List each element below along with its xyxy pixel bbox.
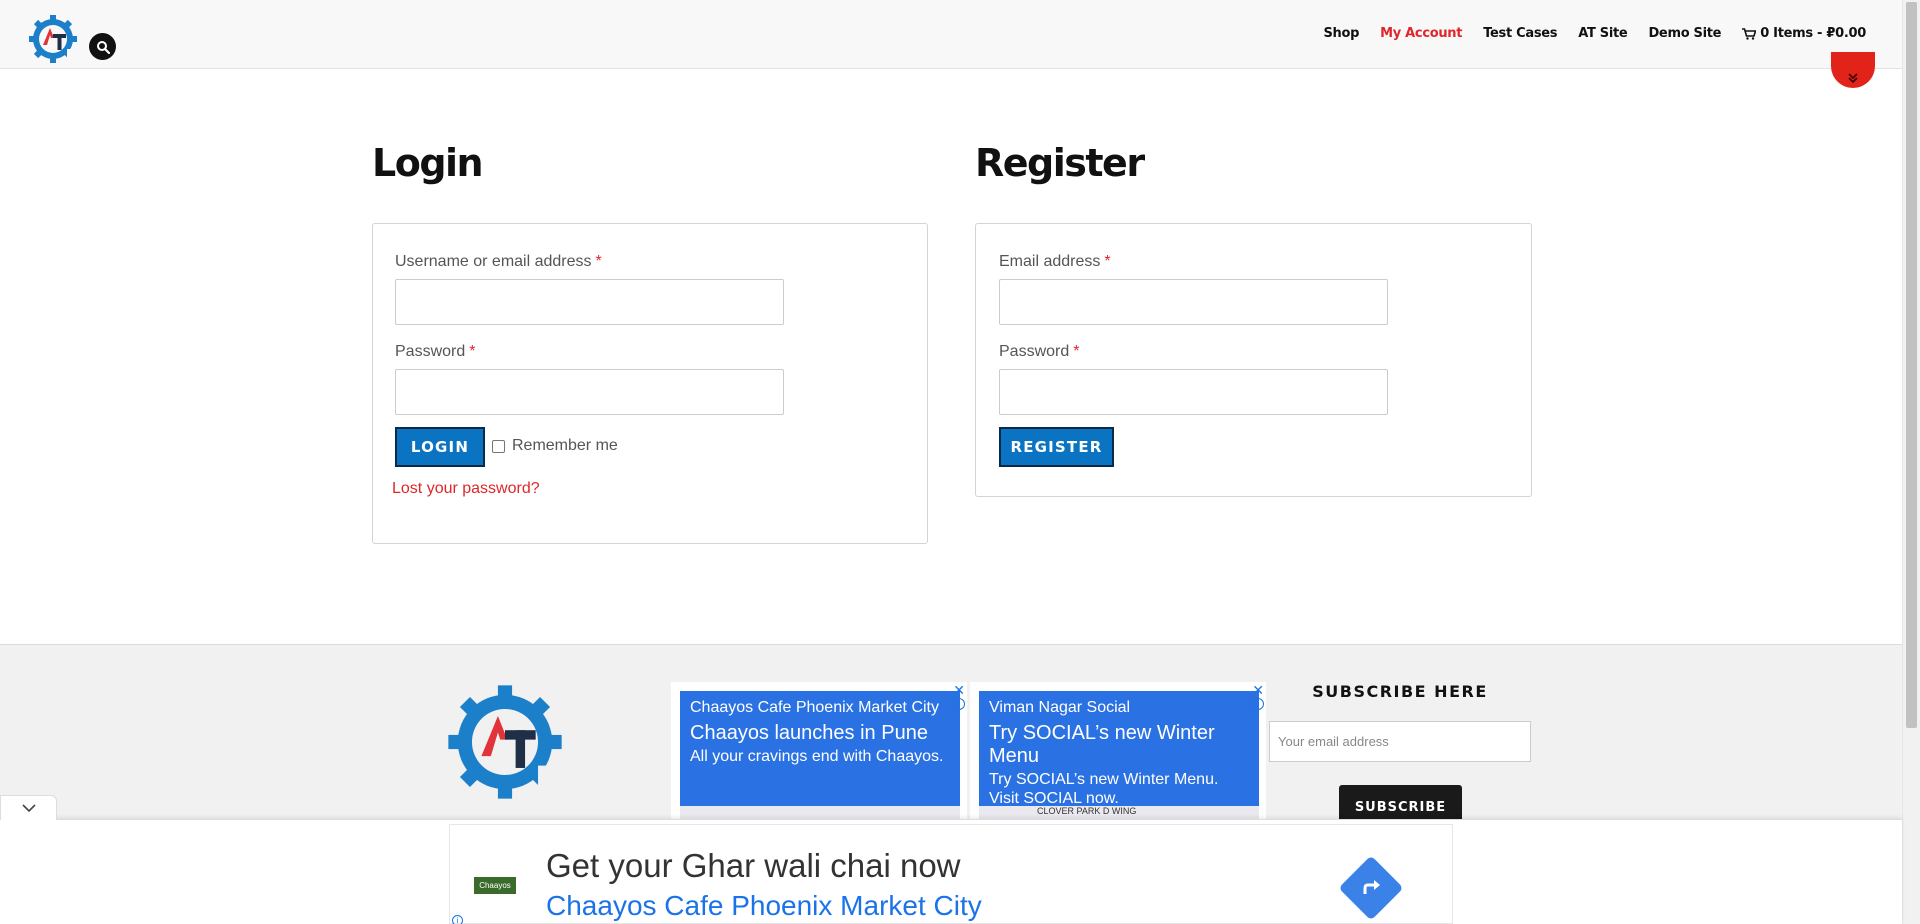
ad-description: Try SOCIAL’s new Winter Menu. Visit SOCI…: [989, 771, 1219, 807]
anchor-ad-headline: Get your Ghar wali chai now: [546, 847, 961, 884]
ad-close-icon[interactable]: ✕: [953, 682, 965, 699]
ad-brand: Chaayos Cafe Phoenix Market City: [690, 699, 939, 716]
ad-card[interactable]: Viman Nagar Social Try SOCIAL’s new Wint…: [979, 691, 1259, 807]
register-button[interactable]: REGISTER: [999, 427, 1114, 467]
nav-my-account[interactable]: My Account: [1380, 26, 1462, 41]
cart-icon: [1742, 27, 1757, 40]
register-password-label: Password *: [999, 343, 1080, 360]
anchor-ad-collapse-button[interactable]: [0, 795, 57, 820]
login-password-input[interactable]: [395, 369, 784, 415]
anchor-ad-info-icon[interactable]: i: [452, 915, 463, 924]
register-password-input[interactable]: [999, 369, 1388, 415]
scrollbar-thumb[interactable]: [1906, 2, 1917, 728]
ad-info-icon[interactable]: i: [953, 698, 965, 710]
nav-demo-site[interactable]: Demo Site: [1648, 26, 1721, 41]
footer-ad-2[interactable]: Viman Nagar Social Try SOCIAL’s new Wint…: [970, 682, 1266, 822]
login-title: Login: [372, 141, 484, 185]
ad-close-icon[interactable]: ✕: [1252, 682, 1264, 699]
search-button[interactable]: [89, 33, 116, 60]
login-button[interactable]: LOGIN: [395, 427, 485, 467]
ad-headline: Try SOCIAL’s new Winter Menu: [989, 722, 1215, 767]
cart-summary: 0 Items - ₽0.00: [1760, 26, 1866, 41]
nav-cart[interactable]: 0 Items - ₽0.00: [1742, 26, 1866, 41]
site-header: Shop My Account Test Cases AT Site Demo …: [0, 0, 1902, 69]
directions-button[interactable]: [1338, 855, 1404, 921]
main-navigation: Shop My Account Test Cases AT Site Demo …: [1323, 26, 1866, 41]
page-scrollbar[interactable]: [1902, 0, 1920, 924]
ad-description: All your cravings end with Chaayos.: [690, 748, 944, 765]
subscribe-title: SUBSCRIBE HERE: [1312, 682, 1488, 701]
login-password-label: Password *: [395, 343, 476, 360]
lost-password-link[interactable]: Lost your password?: [392, 480, 540, 498]
remember-me-label: Remember me: [512, 437, 618, 454]
anchor-ad-logo: Chaayos: [474, 877, 516, 894]
nav-at-site[interactable]: AT Site: [1578, 26, 1628, 41]
ad-brand: Viman Nagar Social: [989, 699, 1131, 716]
search-icon: [96, 40, 110, 54]
double-chevron-down-icon: [1848, 73, 1858, 84]
anchor-ad-subline[interactable]: Chaayos Cafe Phoenix Market City: [546, 890, 982, 922]
ad-info-icon[interactable]: i: [1252, 698, 1264, 710]
remember-me-checkbox[interactable]: [492, 439, 505, 453]
footer-logo: [448, 685, 564, 801]
anchor-ad[interactable]: Chaayos Get your Ghar wali chai now Chaa…: [449, 824, 1453, 924]
nav-test-cases[interactable]: Test Cases: [1483, 26, 1557, 41]
register-email-input[interactable]: [999, 279, 1388, 325]
scroll-toggle-button[interactable]: [1831, 52, 1875, 88]
chevron-down-icon: [21, 804, 36, 813]
nav-shop[interactable]: Shop: [1323, 26, 1359, 41]
ad-headline: Chaayos launches in Pune: [690, 722, 928, 744]
site-logo[interactable]: [28, 14, 78, 64]
remember-me: Remember me: [492, 437, 618, 455]
username-label: Username or email address *: [395, 253, 602, 270]
register-title: Register: [975, 141, 1145, 185]
register-email-label: Email address *: [999, 253, 1111, 270]
directions-arrow-icon: [1363, 880, 1380, 894]
ad-card[interactable]: Chaayos Cafe Phoenix Market City Chaayos…: [680, 691, 960, 806]
subscribe-email-input[interactable]: Your email address: [1269, 721, 1531, 762]
footer-ad-1[interactable]: Chaayos Cafe Phoenix Market City Chaayos…: [671, 682, 967, 822]
username-input[interactable]: [395, 279, 784, 325]
